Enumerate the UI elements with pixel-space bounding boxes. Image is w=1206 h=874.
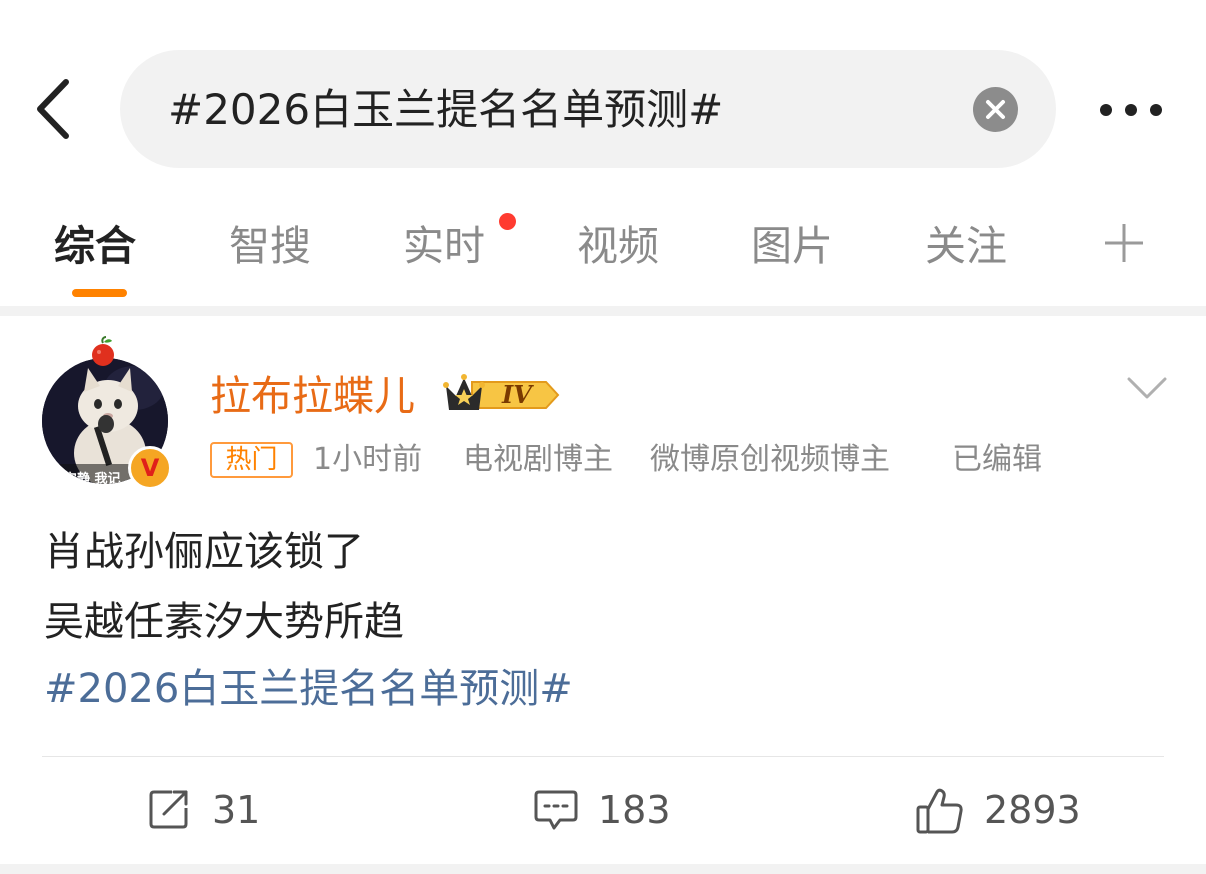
comment-icon bbox=[534, 790, 578, 830]
realtime-notification-dot bbox=[499, 213, 516, 230]
section-divider bbox=[0, 306, 1206, 316]
clear-search-button[interactable] bbox=[973, 87, 1018, 132]
search-bar[interactable]: #2026白玉兰提名名单预测# bbox=[120, 50, 1056, 168]
back-button[interactable] bbox=[28, 76, 80, 142]
action-divider bbox=[42, 756, 1164, 757]
tab-following[interactable]: 关注 bbox=[925, 218, 1007, 274]
edited-label: 已编辑 bbox=[952, 442, 1042, 477]
post-time: 1小时前 bbox=[313, 442, 423, 477]
more-options-button[interactable] bbox=[1092, 90, 1170, 130]
like-count: 2893 bbox=[984, 788, 1081, 832]
vip-level: IV bbox=[502, 380, 532, 409]
clear-icon bbox=[986, 100, 1005, 119]
verified-icon: V bbox=[140, 454, 160, 482]
apple-badge bbox=[88, 336, 118, 368]
post-topic-link[interactable]: #2026白玉兰提名名单预测# bbox=[44, 659, 573, 719]
comment-count: 183 bbox=[598, 788, 671, 832]
active-tab-indicator bbox=[72, 289, 127, 297]
bottom-divider bbox=[0, 864, 1206, 874]
post-text-line: 吴越任素汐大势所趋 bbox=[44, 599, 404, 645]
tab-images[interactable]: 图片 bbox=[751, 218, 833, 274]
search-query[interactable]: #2026白玉兰提名名单预测# bbox=[168, 80, 723, 140]
hot-tag: 热门 bbox=[210, 442, 293, 478]
chevron-down-icon bbox=[1127, 377, 1167, 399]
repost-icon bbox=[149, 790, 188, 829]
post-text-line: 肖战孙俪应该锁了 bbox=[44, 529, 364, 575]
more-icon bbox=[1100, 104, 1162, 116]
author-descriptor-tv: 电视剧博主 bbox=[463, 442, 613, 477]
apple-icon bbox=[92, 336, 114, 366]
add-tab-button[interactable] bbox=[1103, 222, 1145, 264]
comment-button[interactable]: 183 bbox=[534, 780, 684, 840]
repost-button[interactable]: 31 bbox=[148, 780, 268, 840]
tab-realtime[interactable]: 实时 bbox=[403, 218, 485, 274]
repost-count: 31 bbox=[212, 788, 261, 832]
top-bar: #2026白玉兰提名名单预测# bbox=[0, 0, 1206, 190]
avatar-caption: 安静 我记 bbox=[64, 472, 121, 484]
back-arrow-icon bbox=[37, 79, 69, 139]
post-username[interactable]: 拉布拉蝶儿 bbox=[210, 368, 415, 424]
like-icon bbox=[916, 788, 963, 834]
tab-smart-search[interactable]: 智搜 bbox=[229, 218, 311, 274]
verified-badge: V bbox=[128, 446, 172, 490]
author-descriptor-video: 微博原创视频博主 bbox=[650, 442, 890, 477]
tab-video[interactable]: 视频 bbox=[577, 218, 659, 274]
plus-icon bbox=[1105, 224, 1143, 262]
post-options-button[interactable] bbox=[1126, 374, 1168, 402]
tab-bar: 综合 智搜 实时 视频 图片 关注 bbox=[0, 200, 1206, 306]
vip-badge[interactable]: IV bbox=[442, 372, 564, 418]
like-button[interactable]: 2893 bbox=[916, 780, 1096, 840]
tab-comprehensive[interactable]: 综合 bbox=[54, 218, 136, 274]
